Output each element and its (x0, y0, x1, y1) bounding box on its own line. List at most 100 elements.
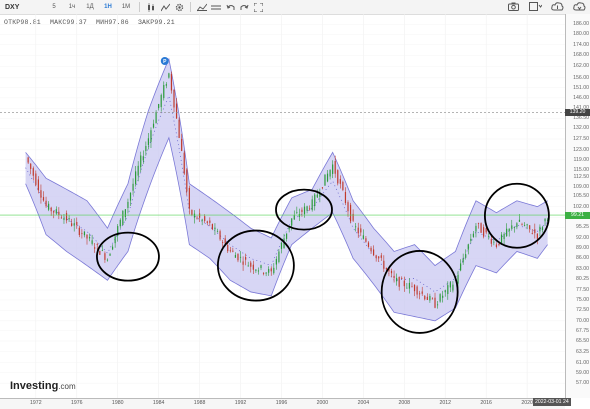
candle-body (401, 277, 403, 279)
drawing-icon[interactable] (195, 2, 209, 12)
candle-body (426, 296, 428, 301)
price-tick-label: 75.00 (576, 296, 589, 303)
price-tick-label: 112.50 (573, 173, 589, 180)
candle-body (86, 234, 88, 239)
candle-body (480, 223, 482, 233)
camera-icon[interactable] (506, 1, 520, 11)
candle-body (273, 267, 275, 274)
candle-body (137, 165, 139, 176)
interval-1h[interactable]: 1ч (63, 4, 81, 10)
undo-icon[interactable] (223, 2, 237, 12)
cloud-upload-icon[interactable] (550, 1, 564, 11)
interval-5[interactable]: 5 (45, 4, 63, 10)
price-chart[interactable]: P (0, 14, 565, 398)
candle-body (140, 155, 142, 168)
candle-body (152, 123, 155, 128)
price-tick-label: 119.00 (573, 156, 589, 163)
cloud-download-icon[interactable] (572, 1, 586, 11)
candle-body (411, 286, 413, 288)
chart-overlays: P (0, 57, 565, 334)
candle-body (78, 227, 80, 235)
candle-body (109, 253, 111, 256)
candle-body (488, 236, 490, 237)
year-tick-label: 1992 (234, 400, 247, 406)
lines-icon[interactable] (209, 2, 223, 12)
candle-body (449, 282, 451, 288)
candle-body (419, 293, 421, 295)
crosshair-price-label: 139.20 (565, 108, 590, 116)
candle-body (76, 221, 78, 225)
candle-body (99, 251, 101, 255)
candle-body (370, 247, 372, 252)
candle-body (232, 250, 234, 252)
candle-body (523, 225, 526, 227)
candle-body (326, 173, 329, 182)
candle-body (493, 241, 495, 243)
channel-fill (25, 58, 548, 321)
price-tick-label: 180.00 (573, 31, 589, 38)
candle-body (337, 170, 339, 184)
candle-body (188, 187, 190, 209)
candle-body (306, 206, 308, 211)
candle-body (544, 218, 546, 222)
price-tick-label: 151.00 (573, 84, 589, 91)
year-tick-label: 1980 (111, 400, 124, 406)
price-axis[interactable]: 186.00 180.00 174.00 168.00 162.00 156.00 151.… (565, 14, 590, 398)
redo-icon[interactable] (237, 2, 251, 12)
candle-body (431, 298, 434, 300)
candle-body (181, 138, 183, 151)
candle-body (278, 251, 280, 263)
year-tick-label: 2016 (480, 400, 492, 406)
fullscreen-icon[interactable] (251, 2, 265, 12)
interval-1d[interactable]: 1Д (81, 4, 99, 10)
candle-body (268, 269, 270, 273)
time-axis[interactable]: 1972 1976 1980 1984 1988 1992 1996 2000 2004 2008… (0, 398, 565, 409)
candle-body (119, 219, 121, 227)
candle-body (477, 222, 480, 224)
channel-band (25, 57, 548, 322)
year-tick-label: 1996 (275, 400, 288, 406)
candle-body (293, 215, 295, 220)
price-tick-label: 65.50 (576, 338, 589, 344)
interval-1w[interactable]: 1Н (99, 4, 117, 10)
candle-body (165, 84, 167, 86)
indicators-icon[interactable] (158, 2, 172, 12)
candle-body (96, 244, 98, 245)
current-date-label: 2022-03-01 24 (533, 398, 571, 406)
candle-body (462, 258, 464, 263)
candle-body (452, 284, 454, 291)
candle-body (285, 233, 288, 239)
chart-toolbar: DXY 5 1ч 1Д 1Н 1М (0, 0, 590, 15)
candle-body (127, 201, 129, 208)
candle-body (168, 73, 170, 78)
candle-body (280, 242, 283, 249)
candle-body (355, 226, 357, 228)
candle-body (347, 202, 349, 212)
candle-body (122, 210, 124, 226)
symbol-label[interactable]: DXY (5, 4, 45, 11)
price-tick-label: 123.00 (573, 146, 589, 153)
settings-icon[interactable] (172, 2, 186, 12)
candle-body (32, 168, 34, 176)
candles-icon[interactable] (144, 2, 158, 12)
candle-body (58, 211, 60, 216)
candle-body (503, 233, 505, 240)
candle-body (68, 218, 70, 220)
candle-body (147, 138, 150, 145)
price-tick-label: 95.25 (576, 224, 589, 231)
candle-body (53, 211, 55, 213)
candle-body (301, 209, 303, 212)
candle-body (135, 171, 137, 185)
year-tick-label: 2020 (521, 400, 533, 406)
candle-body (483, 227, 485, 237)
interval-1m[interactable]: 1М (117, 4, 135, 10)
candle-body (193, 213, 196, 218)
candle-body (539, 226, 541, 232)
candle-body (349, 204, 352, 222)
candle-body (255, 269, 257, 271)
candle-body (265, 272, 267, 274)
layout-icon[interactable] (528, 1, 542, 11)
price-tick-label: 83.00 (576, 266, 589, 273)
candle-body (245, 257, 247, 260)
candle-body (457, 274, 459, 284)
